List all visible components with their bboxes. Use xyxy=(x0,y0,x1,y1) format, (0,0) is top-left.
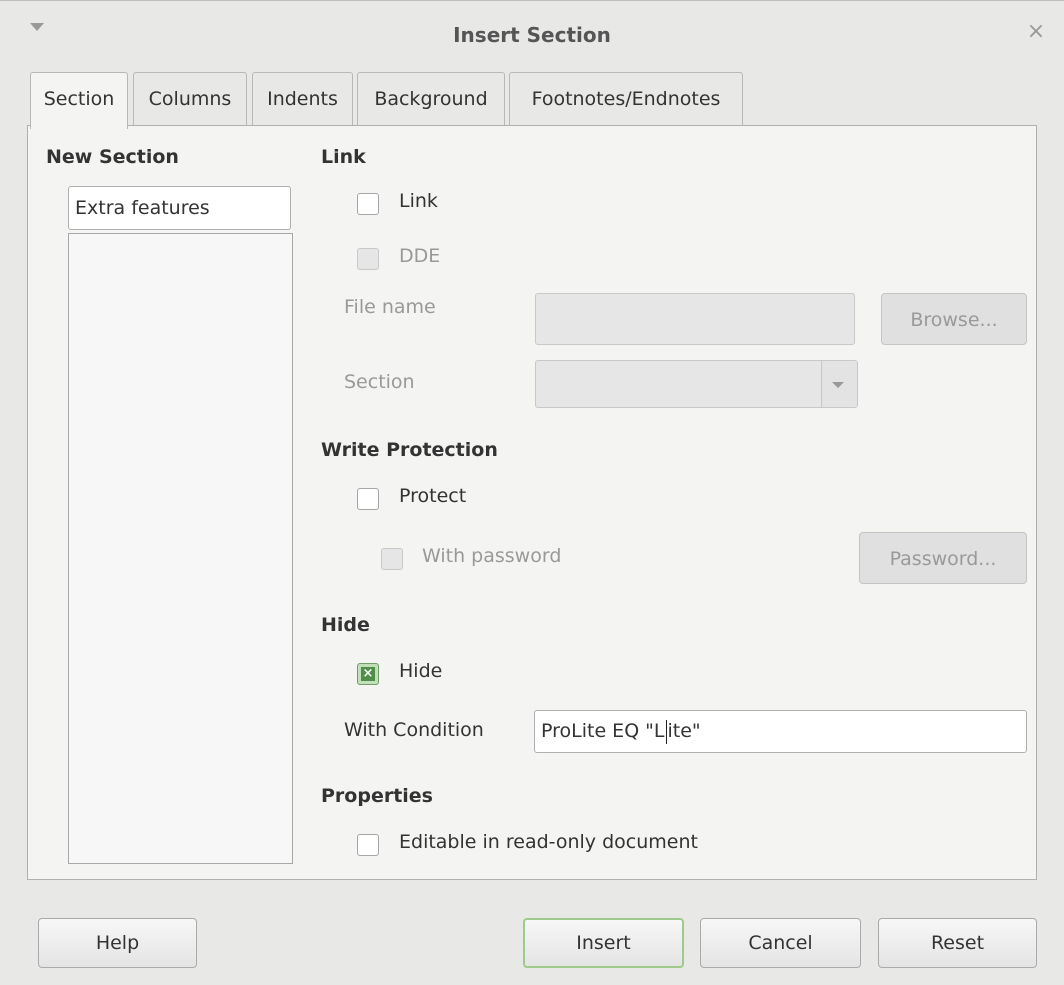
section-name-input[interactable] xyxy=(68,186,291,230)
tab-section[interactable]: Section xyxy=(30,72,128,129)
with-password-checkbox[interactable] xyxy=(381,548,403,570)
hide-heading: Hide xyxy=(321,614,370,636)
write-protection-heading: Write Protection xyxy=(321,439,498,461)
condition-input[interactable]: ProLite EQ "L ite" xyxy=(534,710,1027,753)
title-bar: Insert Section × xyxy=(0,0,1064,73)
section-list[interactable] xyxy=(68,233,293,864)
link-checkbox[interactable] xyxy=(357,193,379,215)
condition-text-after-caret: ite" xyxy=(667,720,701,742)
help-button[interactable]: Help xyxy=(38,918,197,968)
file-name-input[interactable] xyxy=(535,293,855,345)
hide-checkbox-label: Hide xyxy=(399,660,443,682)
dialog-title: Insert Section xyxy=(453,23,611,47)
condition-text-before-caret: ProLite EQ "L xyxy=(541,720,665,742)
password-button[interactable]: Password... xyxy=(859,532,1027,584)
dropdown-arrow-icon[interactable] xyxy=(821,361,857,407)
close-icon[interactable]: × xyxy=(1023,19,1049,45)
with-password-label: With password xyxy=(422,545,562,567)
properties-heading: Properties xyxy=(321,785,433,807)
dde-checkbox-label: DDE xyxy=(399,245,441,267)
tab-background[interactable]: Background xyxy=(357,72,505,126)
dde-checkbox[interactable] xyxy=(357,248,379,270)
file-name-label: File name xyxy=(344,296,436,318)
section-dropdown[interactable] xyxy=(535,360,858,408)
link-heading: Link xyxy=(321,146,366,168)
protect-checkbox[interactable] xyxy=(357,488,379,510)
protect-checkbox-label: Protect xyxy=(399,485,467,507)
tab-columns[interactable]: Columns xyxy=(133,72,247,126)
browse-button[interactable]: Browse... xyxy=(881,293,1027,345)
link-checkbox-label: Link xyxy=(399,190,438,212)
cancel-button[interactable]: Cancel xyxy=(700,918,861,968)
insert-button[interactable]: Insert xyxy=(523,918,684,968)
editable-readonly-label: Editable in read-only document xyxy=(399,831,698,853)
reset-button[interactable]: Reset xyxy=(878,918,1037,968)
insert-section-dialog: Insert Section × Section Columns Indents… xyxy=(0,0,1064,985)
tab-indents[interactable]: Indents xyxy=(252,72,353,126)
new-section-heading: New Section xyxy=(46,146,179,168)
section-label: Section xyxy=(344,371,415,393)
with-condition-label: With Condition xyxy=(344,719,484,741)
text-caret xyxy=(665,719,667,744)
editable-readonly-checkbox[interactable] xyxy=(357,834,379,856)
hide-checkbox[interactable]: × xyxy=(357,663,379,685)
checkmark-icon: × xyxy=(361,666,375,681)
tab-footnotes-endnotes[interactable]: Footnotes/Endnotes xyxy=(509,72,743,126)
